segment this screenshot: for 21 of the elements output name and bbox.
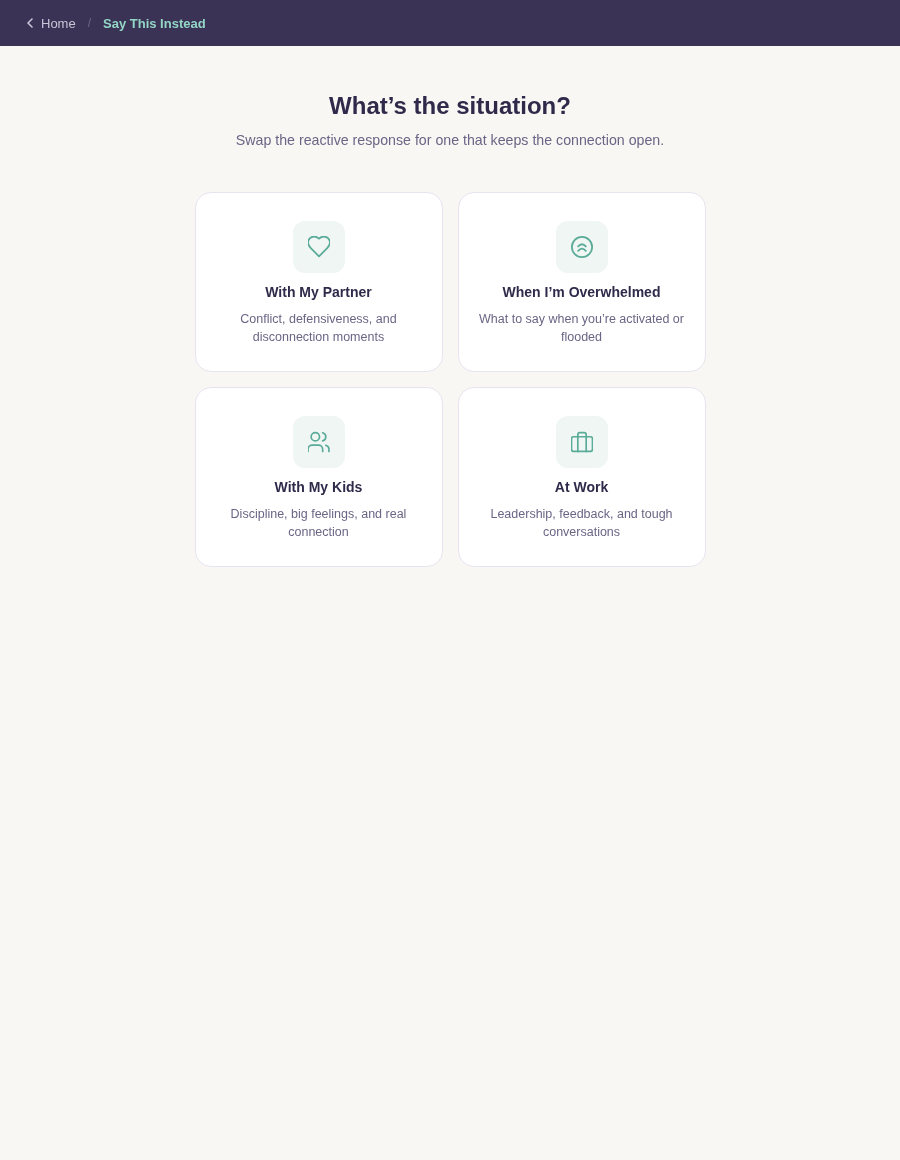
situation-card[interactable]: With My Partner Conflict, defensiveness, and disconnection moments [194,192,443,372]
page-subtitle: Swap the reactive response for one that keeps the connection open. [235,131,665,150]
card-description: Conflict, defensiveness, and disconnection moments [239,311,398,346]
card-title: When I’m Overwhelmed [502,283,661,302]
card-description: Leadership, feedback, and tough conversations [489,506,674,541]
people-icon [292,416,345,468]
card-description: What to say when you’re activated or flooded [478,311,685,346]
breadcrumb-separator: / [87,16,92,30]
back-chevron-icon [27,18,33,28]
card-title: With My Partner [265,283,372,302]
card-title: At Work [554,478,609,497]
situation-card[interactable]: With My Kids Discipline, big feelings, and real connection [194,387,443,567]
briefcase-icon [555,416,608,468]
breadcrumb-link[interactable]: Home [27,15,76,31]
card-description: Discipline, big feelings, and real connection [229,506,408,541]
situation-card[interactable]: At Work Leadership, feedback, and tough conversations [457,387,706,567]
situation-card[interactable]: When I’m Overwhelmed What to say when you’re activated or flooded [457,192,706,372]
card-title: With My Kids [274,478,363,497]
circle-arcs-icon [555,221,608,273]
breadcrumb-current: Say This Instead [103,15,206,31]
page-title: What’s the situation? [329,91,571,121]
